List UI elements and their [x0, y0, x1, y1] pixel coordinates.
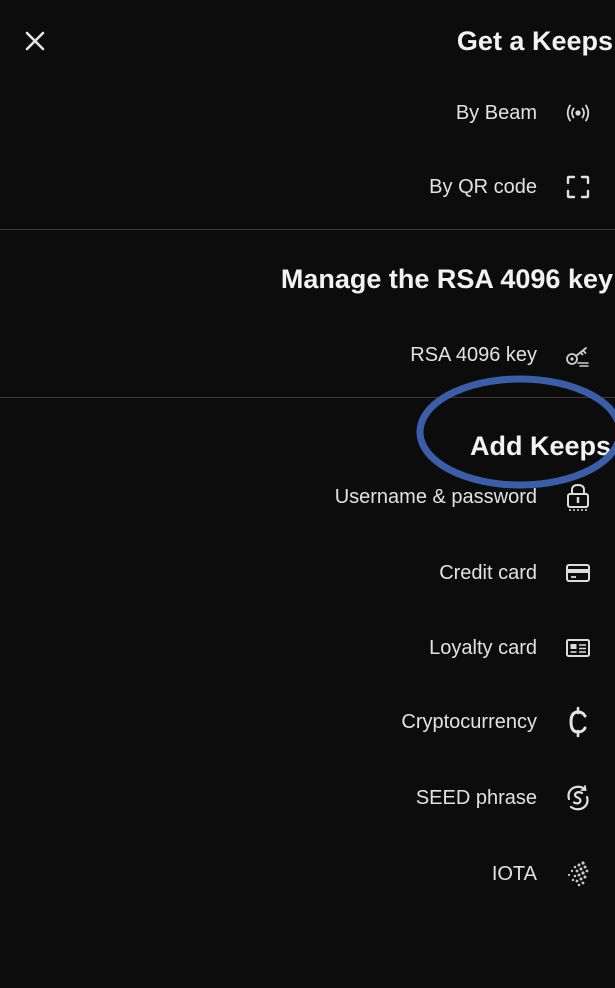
section-divider	[0, 397, 615, 398]
menu-item-loyalty-card[interactable]: Loyalty card	[429, 630, 593, 666]
crypto-icon	[563, 706, 593, 738]
menu-item-label: SEED phrase	[415, 786, 537, 809]
close-icon	[25, 31, 45, 51]
menu-item-label: RSA 4096 key	[410, 343, 537, 366]
menu-item-by-beam[interactable]: By Beam	[456, 95, 593, 131]
padlock-icon	[563, 482, 593, 512]
close-button[interactable]	[20, 26, 50, 56]
menu-item-iota[interactable]: IOTA	[492, 856, 593, 892]
menu-item-label: Credit card	[439, 561, 537, 584]
credit-card-icon	[563, 558, 593, 588]
beam-icon	[563, 98, 593, 128]
section-title-manage-key: Manage the RSA 4096 key	[280, 264, 613, 294]
section-title-add-keeps: Add Keeps	[469, 431, 611, 461]
section-title-get-keeps: Get a Keeps	[456, 26, 613, 56]
menu-item-label: Username & password	[334, 485, 537, 508]
menu-item-label: IOTA	[491, 862, 537, 885]
key-icon	[563, 340, 593, 370]
menu-item-cryptocurrency[interactable]: Cryptocurrency	[401, 704, 593, 740]
menu-item-credit-card[interactable]: Credit card	[439, 555, 593, 591]
iota-icon	[563, 859, 593, 889]
menu-item-label: Cryptocurrency	[401, 710, 537, 733]
menu-item-rsa-key[interactable]: RSA 4096 key	[410, 337, 593, 373]
qr-scan-icon	[563, 172, 593, 202]
menu-item-username-password[interactable]: Username & password	[335, 479, 593, 515]
menu-item-label: By QR code	[429, 175, 537, 198]
id-card-icon	[563, 633, 593, 663]
section-divider	[0, 229, 615, 230]
seed-phrase-icon	[563, 783, 593, 813]
menu-item-label: Loyalty card	[429, 636, 537, 659]
menu-screen: Get a Keeps By Beam By QR code Manage th…	[0, 0, 615, 988]
menu-item-by-qr-code[interactable]: By QR code	[429, 169, 593, 205]
menu-item-seed-phrase[interactable]: SEED phrase	[416, 780, 593, 816]
menu-item-label: By Beam	[455, 101, 537, 124]
